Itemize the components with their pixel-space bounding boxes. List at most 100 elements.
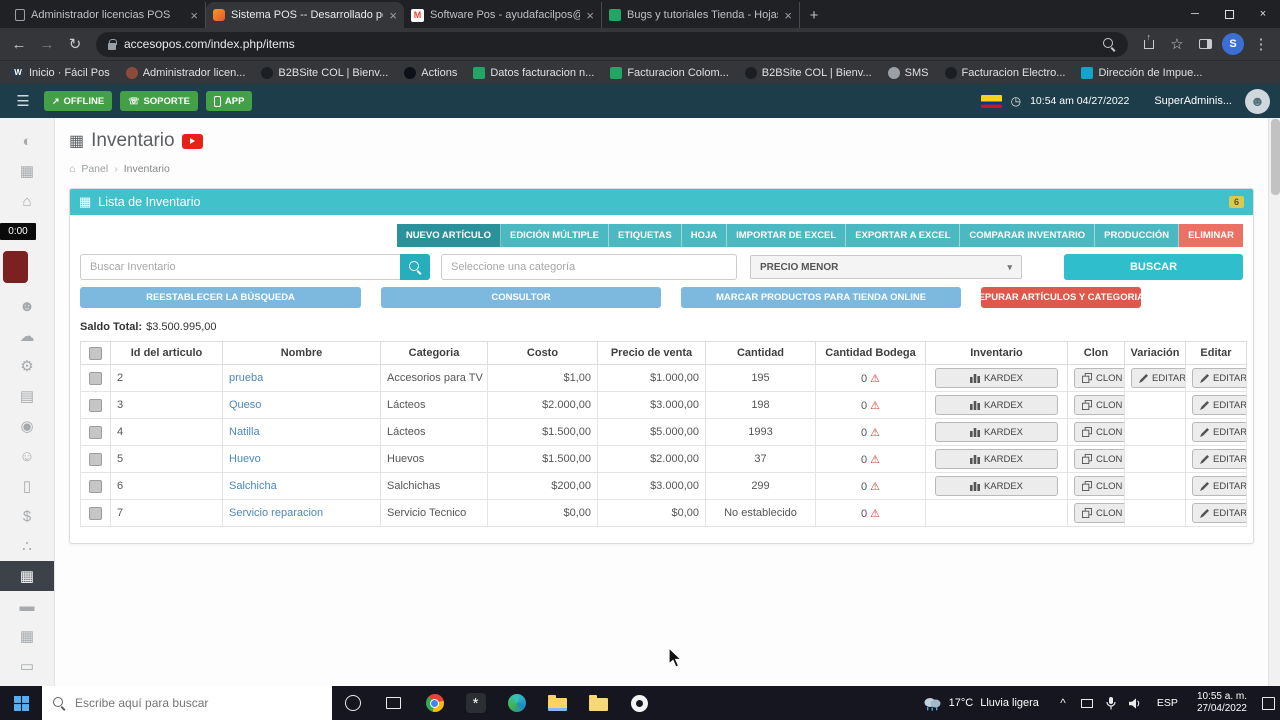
- item-name-link[interactable]: Huevo: [229, 453, 261, 465]
- row-checkbox[interactable]: [89, 371, 102, 385]
- editar-button[interactable]: EDITAR: [1192, 395, 1246, 415]
- taskbar-pin-file-explorer[interactable]: [537, 686, 578, 720]
- weather-widget[interactable]: 17°C Lluvia ligera: [910, 686, 1051, 720]
- zoom-icon[interactable]: [1103, 37, 1116, 51]
- bookmark-item[interactable]: Actions: [404, 66, 457, 79]
- taskbar-pin-clock-app[interactable]: [619, 686, 660, 720]
- sidebar-item-dollar[interactable]: $: [0, 501, 54, 531]
- toolbar-button-eliminar[interactable]: ELIMINAR: [1179, 224, 1243, 247]
- sidebar-item-calendar-alt[interactable]: ▦: [0, 621, 54, 651]
- item-name-link[interactable]: Servicio reparacion: [229, 507, 323, 519]
- home-icon[interactable]: ⌂: [69, 163, 75, 175]
- browser-tab[interactable]: M Software Pos - ayudafacilpos@g ×: [404, 2, 602, 28]
- scrollbar-thumb[interactable]: [1270, 119, 1280, 195]
- hamburger-menu-icon[interactable]: ☰: [10, 92, 36, 110]
- item-name-link[interactable]: Natilla: [229, 426, 260, 438]
- toolbar-button-etiquetas[interactable]: ETIQUETAS: [609, 224, 682, 247]
- bookmark-item[interactable]: B2BSite COL | Bienv...: [261, 66, 388, 79]
- soporte-button[interactable]: ☏ SOPORTE: [120, 91, 198, 111]
- sidebar-item-person[interactable]: ☺: [0, 441, 54, 471]
- header-username[interactable]: SuperAdminis...: [1154, 95, 1232, 107]
- sidebar-item-spreadsheet[interactable]: ▤: [0, 381, 54, 411]
- sidebar-item-users[interactable]: ☻: [0, 291, 54, 321]
- tray-mic-icon[interactable]: [1099, 686, 1123, 720]
- action-button-depurar-articulos-categorias[interactable]: DEPURAR ARTÍCULOS Y CATEGORIAS: [972, 287, 1150, 308]
- sidebar-item-calendar[interactable]: ▦: [0, 156, 54, 186]
- toolbar-button-exportar-a-excel[interactable]: EXPORTAR A EXCEL: [846, 224, 961, 247]
- action-button-reestablecer-busqueda[interactable]: REESTABLECER LA BÚSQUEDA: [80, 287, 361, 308]
- breadcrumb-panel[interactable]: Panel: [81, 163, 108, 175]
- tab-close-icon[interactable]: ×: [586, 8, 594, 23]
- buscar-button[interactable]: BUSCAR: [1064, 254, 1243, 280]
- toolbar-button-produccion[interactable]: PRODUCCIÓN: [1095, 224, 1180, 247]
- taskbar-pin-cortana[interactable]: [332, 686, 373, 720]
- user-avatar[interactable]: ☻: [1245, 88, 1270, 114]
- sort-select[interactable]: PRECIO MENOR ▾: [750, 255, 1022, 279]
- select-all-checkbox[interactable]: [89, 346, 102, 360]
- bookmark-star-icon[interactable]: ☆: [1166, 33, 1188, 55]
- action-button-marcar-productos-tienda-online[interactable]: MARCAR PRODUCTOS PARA TIENDA ONLINE: [681, 287, 961, 308]
- row-checkbox[interactable]: [89, 452, 102, 466]
- refresh-icon[interactable]: ↻: [64, 33, 86, 55]
- browser-tab[interactable]: Sistema POS -- Desarrollado por ×: [206, 2, 404, 28]
- sidebar-item-settings[interactable]: ⚙: [0, 351, 54, 381]
- side-panel-icon[interactable]: [1194, 33, 1216, 55]
- kardex-button[interactable]: KARDEX: [935, 449, 1058, 469]
- search-button[interactable]: [400, 254, 430, 280]
- item-name-link[interactable]: Queso: [229, 399, 261, 411]
- clon-button[interactable]: CLON: [1074, 449, 1124, 469]
- bookmark-item[interactable]: Facturacion Colom...: [610, 66, 729, 79]
- offline-button[interactable]: ↗ OFFLINE: [44, 91, 113, 111]
- tray-volume-icon[interactable]: [1123, 686, 1147, 720]
- toolbar-button-edicion-multiple[interactable]: EDICIÓN MÚLTIPLE: [500, 224, 610, 247]
- sidebar-item-briefcase[interactable]: ▬: [0, 591, 54, 621]
- bookmark-item[interactable]: Administrador licen...: [125, 66, 245, 79]
- search-input[interactable]: [80, 254, 400, 280]
- row-checkbox[interactable]: [89, 425, 102, 439]
- browser-tab[interactable]: Bugs y tutoriales Tienda - Hojas ×: [602, 2, 800, 28]
- bookmark-item[interactable]: W Inicio · Fácil Pos: [12, 66, 110, 79]
- sidebar-item-cloud[interactable]: ☁: [0, 321, 54, 351]
- clon-button[interactable]: CLON: [1074, 476, 1124, 496]
- kardex-button[interactable]: KARDEX: [935, 368, 1058, 388]
- toolbar-button-nuevo-articulo[interactable]: NUEVO ARTÍCULO: [396, 224, 501, 247]
- youtube-icon[interactable]: [181, 133, 203, 149]
- page-scrollbar[interactable]: [1268, 118, 1280, 686]
- browser-menu-icon[interactable]: ⋮: [1250, 33, 1272, 55]
- sidebar-item-document[interactable]: ▯: [0, 471, 54, 501]
- tray-monitor-icon[interactable]: [1075, 686, 1099, 720]
- bookmark-item[interactable]: SMS: [887, 66, 929, 79]
- browser-tab[interactable]: Administrador licencias POS ×: [8, 2, 206, 28]
- new-tab-button[interactable]: +: [800, 2, 828, 28]
- taskbar-search[interactable]: Escribe aquí para buscar: [42, 686, 332, 720]
- start-button[interactable]: [0, 686, 42, 720]
- editar-button[interactable]: EDITAR: [1192, 449, 1246, 469]
- item-name-link[interactable]: Salchicha: [229, 480, 277, 492]
- address-bar[interactable]: accesopos.com/index.php/items: [96, 31, 1128, 57]
- taskbar-pin-chrome[interactable]: [414, 686, 455, 720]
- sidebar-item-wheel[interactable]: ◉: [0, 411, 54, 441]
- kardex-button[interactable]: KARDEX: [935, 395, 1058, 415]
- variacion-editar-button[interactable]: EDITAR: [1131, 368, 1185, 388]
- app-button[interactable]: APP: [205, 91, 253, 111]
- taskbar-pin-photos[interactable]: *: [455, 686, 496, 720]
- close-button[interactable]: ×: [1246, 0, 1280, 28]
- action-button-consultor[interactable]: CONSULTOR: [381, 287, 661, 308]
- category-input[interactable]: [441, 254, 737, 280]
- taskbar-pin-folder[interactable]: [578, 686, 619, 720]
- bookmark-item[interactable]: Facturacion Electro...: [944, 66, 1065, 79]
- taskbar-pin-edge[interactable]: [496, 686, 537, 720]
- forward-icon[interactable]: →: [36, 33, 58, 55]
- taskbar-clock[interactable]: 10:55 a. m. 27/04/2022: [1188, 691, 1256, 716]
- sidebar-item-inventory[interactable]: ▦: [0, 561, 54, 591]
- row-checkbox[interactable]: [89, 479, 102, 493]
- kardex-button[interactable]: KARDEX: [935, 476, 1058, 496]
- back-icon[interactable]: ←: [8, 33, 30, 55]
- item-name-link[interactable]: prueba: [229, 372, 263, 384]
- notification-center-icon[interactable]: [1256, 686, 1280, 720]
- language-indicator[interactable]: ESP: [1147, 697, 1188, 709]
- bookmark-item[interactable]: B2BSite COL | Bienv...: [744, 66, 872, 79]
- toolbar-button-importar-de-excel[interactable]: IMPORTAR DE EXCEL: [727, 224, 847, 247]
- editar-button[interactable]: EDITAR: [1192, 422, 1246, 442]
- profile-avatar[interactable]: S: [1222, 33, 1244, 55]
